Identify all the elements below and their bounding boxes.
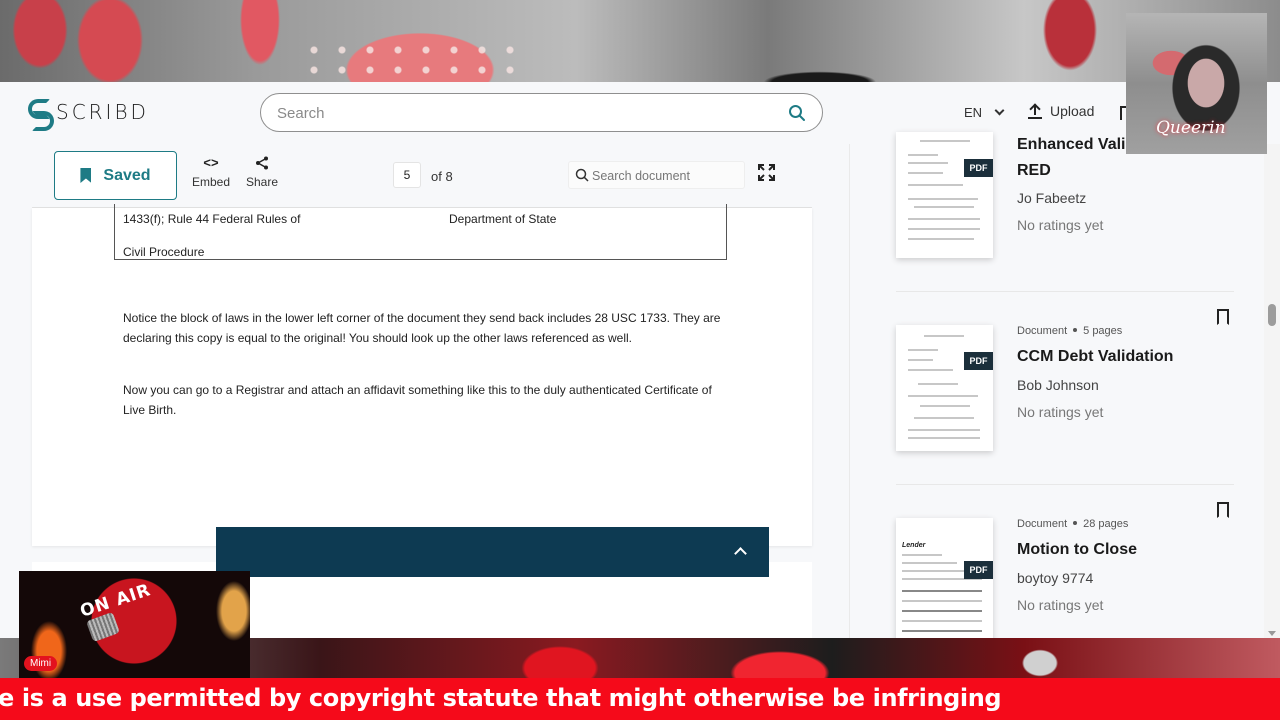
search-icon [575,168,589,182]
table-cell: 1433(f); Rule 44 Federal Rules of [123,212,301,226]
ticker-text: e is a use permitted by copyright statut… [0,684,1002,712]
webcam-label: Queerin [1156,118,1226,138]
share-label: Share [246,175,279,189]
document-type: Document [1017,325,1068,337]
document-type: Document [1017,518,1068,530]
search-icon[interactable] [788,104,806,122]
document-author[interactable]: Jo Fabeetz [1017,190,1086,206]
chevron-down-icon [994,105,1005,116]
bookmark-filled-icon [80,168,92,183]
share-icon [256,156,269,170]
stream-background-top [0,0,1280,82]
table-cell: Department of State [449,212,557,226]
document-rating: No ratings yet [1017,597,1104,613]
bookmark-icon[interactable] [1217,502,1229,518]
pdf-badge: PDF [964,352,993,370]
scrollbar-thumb[interactable] [1268,304,1276,326]
embed-button[interactable]: <> Embed [192,155,231,190]
upload-icon [1028,103,1042,119]
document-title[interactable]: Motion to Close [1017,537,1237,563]
code-icon: <> [203,155,219,170]
related-document-card[interactable]: PDF Document 5 pages CCM Debt Validation … [896,309,1237,472]
pdf-badge: PDF [964,561,993,579]
document-author[interactable]: Bob Johnson [1017,377,1099,393]
document-meta: Document 5 pages [1017,325,1122,337]
upload-button[interactable]: Upload [1028,103,1094,119]
document-page: 1433(f); Rule 44 Federal Rules of Depart… [32,204,812,546]
site-search [260,93,823,132]
document-search [568,161,745,189]
divider [896,291,1234,292]
logo-text: SCRIBD [56,100,149,124]
separator-dot [1073,521,1078,525]
page-count: 5 pages [1083,325,1123,337]
document-paragraph: Notice the block of laws in the lower le… [123,311,721,345]
news-ticker: e is a use permitted by copyright statut… [0,678,1280,720]
document-toolbar: Saved <> Embed Share 5 of 8 [32,144,812,208]
language-selector[interactable]: EN [964,105,1005,120]
scroll-down-arrow-icon[interactable] [1268,631,1276,636]
embed-label: Embed [192,175,231,189]
bookmark-icon[interactable] [1217,309,1229,325]
scribd-logo-icon [26,99,54,131]
thumbnail-heading: Lender [902,542,926,549]
language-label: EN [964,105,983,120]
document-thumbnail: PDF [896,132,993,258]
on-air-overlay: ON AIR Mimi [19,571,250,678]
sidebar-divider [849,144,850,638]
document-thumbnail: PDF [896,325,993,451]
webcam-overlay: Queerin [1126,13,1267,154]
scribd-window: SCRIBD EN Upload Saved <> Embed [0,82,1280,638]
document-rating: No ratings yet [1017,217,1104,233]
on-air-label: ON AIR [77,580,154,622]
saved-button[interactable]: Saved [54,151,177,200]
fullscreen-icon[interactable] [758,164,775,181]
document-table: 1433(f); Rule 44 Federal Rules of Depart… [114,204,727,260]
document-author[interactable]: boytoy 9774 [1017,570,1093,586]
search-input[interactable] [277,102,757,124]
separator-dot [1073,328,1078,332]
divider [896,484,1234,485]
table-cell: Civil Procedure [123,245,205,259]
related-document-card[interactable]: Lender PDF Document 28 pages Motion to Cl… [896,502,1237,638]
page-count: 28 pages [1083,518,1129,530]
saved-label: Saved [103,166,151,184]
host-name-badge: Mimi [24,656,58,671]
decorative-dots [300,40,520,80]
share-button[interactable]: Share [246,156,278,189]
related-document-card[interactable]: PDF Enhanced Validation Letter RED Jo Fa… [896,132,1236,282]
document-meta: Document 28 pages [1017,518,1128,530]
document-thumbnail: Lender PDF [896,518,993,638]
document-rating: No ratings yet [1017,404,1104,420]
page-number-input[interactable]: 5 [393,162,421,188]
scrollbar[interactable] [1264,144,1280,638]
chevron-up-icon[interactable] [734,547,747,560]
document-search-input[interactable] [592,167,740,185]
scribd-logo[interactable]: SCRIBD [26,99,149,131]
upload-label: Upload [1050,103,1095,119]
pdf-badge: PDF [964,159,993,177]
content-banner [216,527,769,577]
document-title[interactable]: CCM Debt Validation [1017,344,1237,370]
document-paragraph: Now you can go to a Registrar and attach… [123,383,712,417]
page-total: of 8 [431,169,453,184]
